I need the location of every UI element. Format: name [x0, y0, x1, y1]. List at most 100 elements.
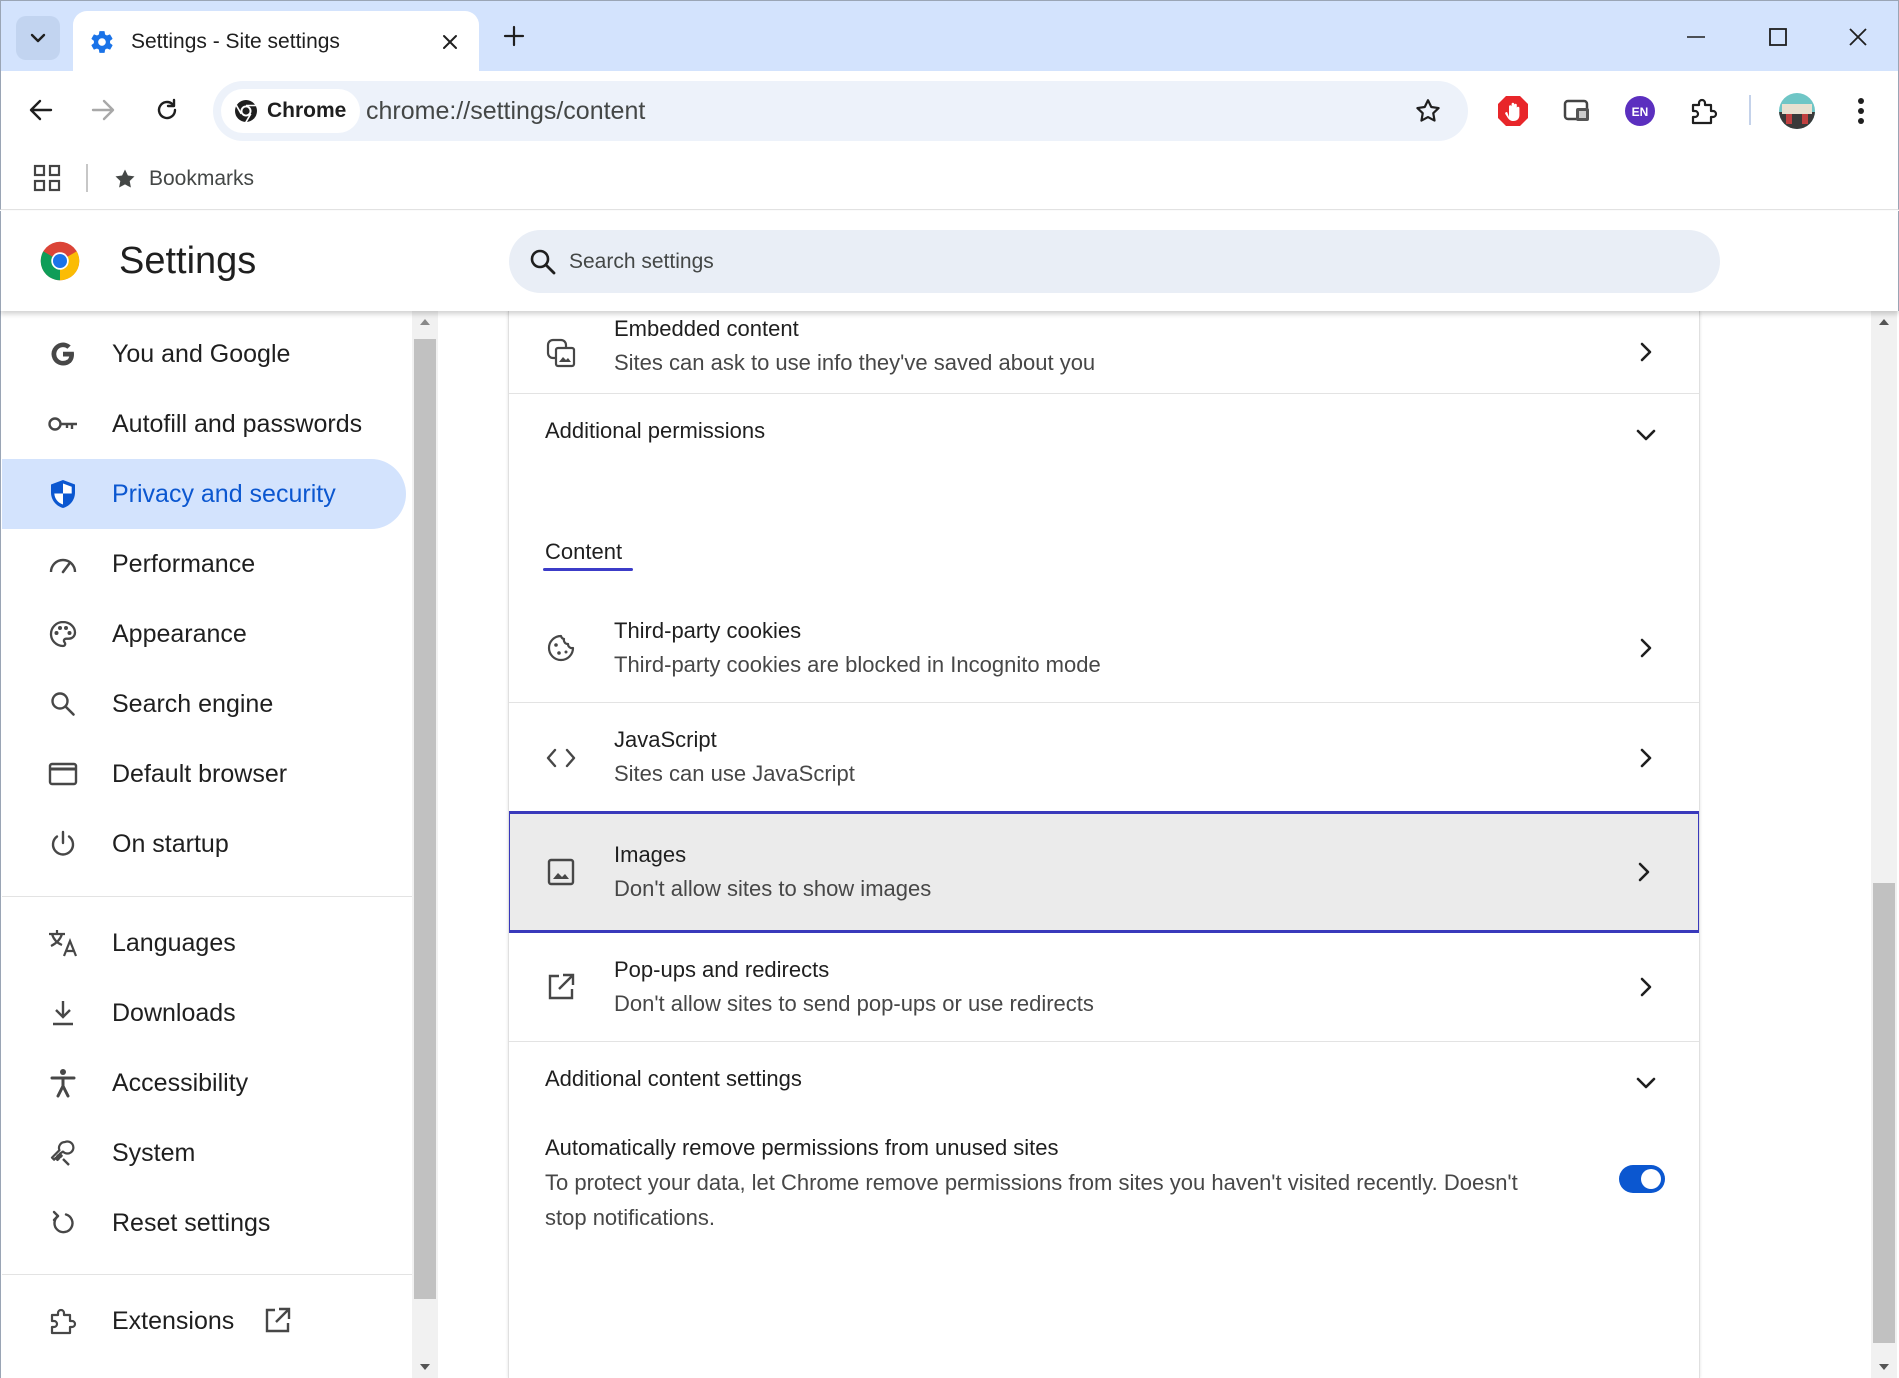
reload-button[interactable]	[145, 88, 189, 132]
sidebar-item-appearance[interactable]: Appearance	[2, 599, 406, 669]
tab-settings[interactable]: Settings - Site settings	[73, 11, 479, 72]
forward-arrow-icon	[91, 99, 115, 121]
sidebar-item-default-browser[interactable]: Default browser	[2, 739, 406, 809]
popups-row[interactable]: Pop-ups and redirects Don't allow sites …	[509, 933, 1699, 1041]
main-scrollbar[interactable]	[1871, 311, 1897, 1378]
reload-icon	[157, 98, 177, 120]
extension-badge-text: EN	[1632, 105, 1649, 119]
sidebar-scrollbar[interactable]	[412, 311, 438, 1378]
address-bar[interactable]: Chrome chrome://settings/content	[213, 81, 1468, 141]
row-title: Images	[614, 842, 687, 867]
extensions-menu-button[interactable]	[1684, 91, 1724, 131]
settings-search[interactable]	[509, 230, 1720, 293]
minimize-button[interactable]	[1665, 1, 1727, 72]
star-filled-icon	[115, 169, 135, 188]
sidebar-item-search-engine[interactable]: Search engine	[2, 669, 406, 739]
embedded-content-icon	[545, 337, 577, 369]
auto-remove-toggle[interactable]	[1619, 1165, 1665, 1193]
chrome-icon	[235, 100, 257, 123]
site-info-chip[interactable]: Chrome	[221, 89, 361, 133]
sidebar-item-you-and-google[interactable]: You and Google	[2, 319, 406, 389]
sidebar-item-performance[interactable]: Performance	[2, 529, 406, 599]
sidebar-item-label: You and Google	[112, 339, 291, 368]
tab-search-button[interactable]	[16, 16, 60, 60]
row-title: Embedded content	[614, 316, 799, 341]
scrollbar-thumb[interactable]	[1873, 883, 1895, 1343]
open-external-icon	[262, 1306, 292, 1336]
scroll-down-arrow-icon[interactable]	[412, 1356, 438, 1378]
additional-content-settings-expander[interactable]: Additional content settings	[509, 1042, 1699, 1124]
language-extension-button[interactable]: EN	[1620, 91, 1660, 131]
sidebar-item-label: Languages	[112, 928, 236, 957]
scroll-up-arrow-icon[interactable]	[412, 311, 438, 333]
scrollbar-thumb[interactable]	[414, 339, 436, 1299]
scroll-down-arrow-icon[interactable]	[1871, 1356, 1897, 1378]
sidebar-item-reset[interactable]: Reset settings	[2, 1188, 406, 1258]
sidebar-item-languages[interactable]: Languages	[2, 908, 406, 978]
sidebar-item-downloads[interactable]: Downloads	[2, 978, 406, 1048]
bookmarks-bar: Bookmarks	[0, 148, 1899, 210]
row-subtitle: Sites can use JavaScript	[614, 761, 855, 786]
bookmark-star-button[interactable]	[1410, 93, 1446, 129]
apps-button[interactable]	[33, 164, 61, 192]
toolbar: Chrome chrome://settings/content EN	[0, 71, 1899, 148]
close-window-button[interactable]	[1827, 1, 1889, 72]
cookie-icon	[545, 632, 577, 664]
adblock-extension-button[interactable]	[1493, 91, 1533, 131]
new-tab-button[interactable]	[495, 17, 533, 55]
maximize-icon	[1769, 27, 1787, 46]
row-title: JavaScript	[614, 727, 717, 752]
close-icon	[1849, 27, 1867, 46]
chrome-menu-button[interactable]	[1841, 91, 1881, 131]
palette-icon	[46, 617, 80, 651]
embedded-content-row[interactable]: Embedded content Sites can ask to use in…	[509, 311, 1699, 405]
row-subtitle: Don't allow sites to show images	[614, 876, 932, 901]
back-arrow-icon	[29, 99, 53, 121]
wrench-icon	[46, 1136, 80, 1170]
search-icon	[530, 249, 556, 274]
row-subtitle: Sites can ask to use info they've saved …	[614, 350, 1096, 375]
sidebar-item-label: Appearance	[112, 619, 247, 648]
url-text[interactable]: chrome://settings/content	[366, 81, 645, 141]
google-icon	[46, 337, 80, 371]
setting-description: To protect your data, let Chrome remove …	[545, 1170, 1518, 1230]
chevron-right-icon	[1631, 972, 1661, 1002]
sidebar-item-on-startup[interactable]: On startup	[2, 809, 406, 879]
maximize-button[interactable]	[1747, 1, 1809, 72]
settings-sidebar: You and Google Autofill and passwords Pr…	[0, 311, 412, 1378]
sidebar-item-label: On startup	[112, 829, 229, 858]
search-input[interactable]	[569, 249, 1569, 274]
bookmarks-divider	[86, 164, 88, 192]
sidebar-item-label: Autofill and passwords	[112, 409, 363, 438]
additional-permissions-expander[interactable]: Additional permissions	[509, 394, 1699, 476]
sidebar-item-extensions[interactable]: Extensions	[2, 1286, 406, 1356]
sidebar-item-system[interactable]: System	[2, 1118, 406, 1188]
chevron-down-icon	[1631, 420, 1661, 450]
site-settings-card: Embedded content Sites can ask to use in…	[508, 311, 1700, 1378]
scroll-up-arrow-icon[interactable]	[1871, 311, 1897, 333]
chevron-down-icon	[1631, 1068, 1661, 1098]
sidebar-item-label: Downloads	[112, 998, 236, 1027]
sidebar-item-accessibility[interactable]: Accessibility	[2, 1048, 406, 1118]
forward-button[interactable]	[81, 88, 125, 132]
images-row[interactable]: Images Don't allow sites to show images	[509, 811, 1699, 933]
sidebar-item-privacy[interactable]: Privacy and security	[2, 459, 406, 529]
open-external-icon	[545, 971, 577, 1003]
content-section-heading: Content	[545, 539, 623, 564]
sidebar-item-label: System	[112, 1138, 196, 1167]
reset-icon	[46, 1206, 80, 1240]
accessibility-icon	[46, 1066, 80, 1100]
bookmarks-folder[interactable]: Bookmarks	[113, 148, 254, 210]
javascript-row[interactable]: JavaScript Sites can use JavaScript	[509, 703, 1699, 813]
download-icon	[46, 996, 80, 1030]
third-party-cookies-row[interactable]: Third-party cookies Third-party cookies …	[509, 594, 1699, 702]
key-icon	[46, 407, 80, 441]
back-button[interactable]	[19, 88, 63, 132]
profile-avatar-button[interactable]	[1777, 91, 1817, 131]
tab-title: Settings - Site settings	[131, 29, 340, 53]
sidebar-item-autofill[interactable]: Autofill and passwords	[2, 389, 406, 459]
star-icon	[1416, 99, 1440, 122]
page-title: Settings	[119, 240, 257, 282]
tab-close-icon[interactable]	[437, 29, 463, 55]
screen-extension-button[interactable]	[1557, 91, 1597, 131]
